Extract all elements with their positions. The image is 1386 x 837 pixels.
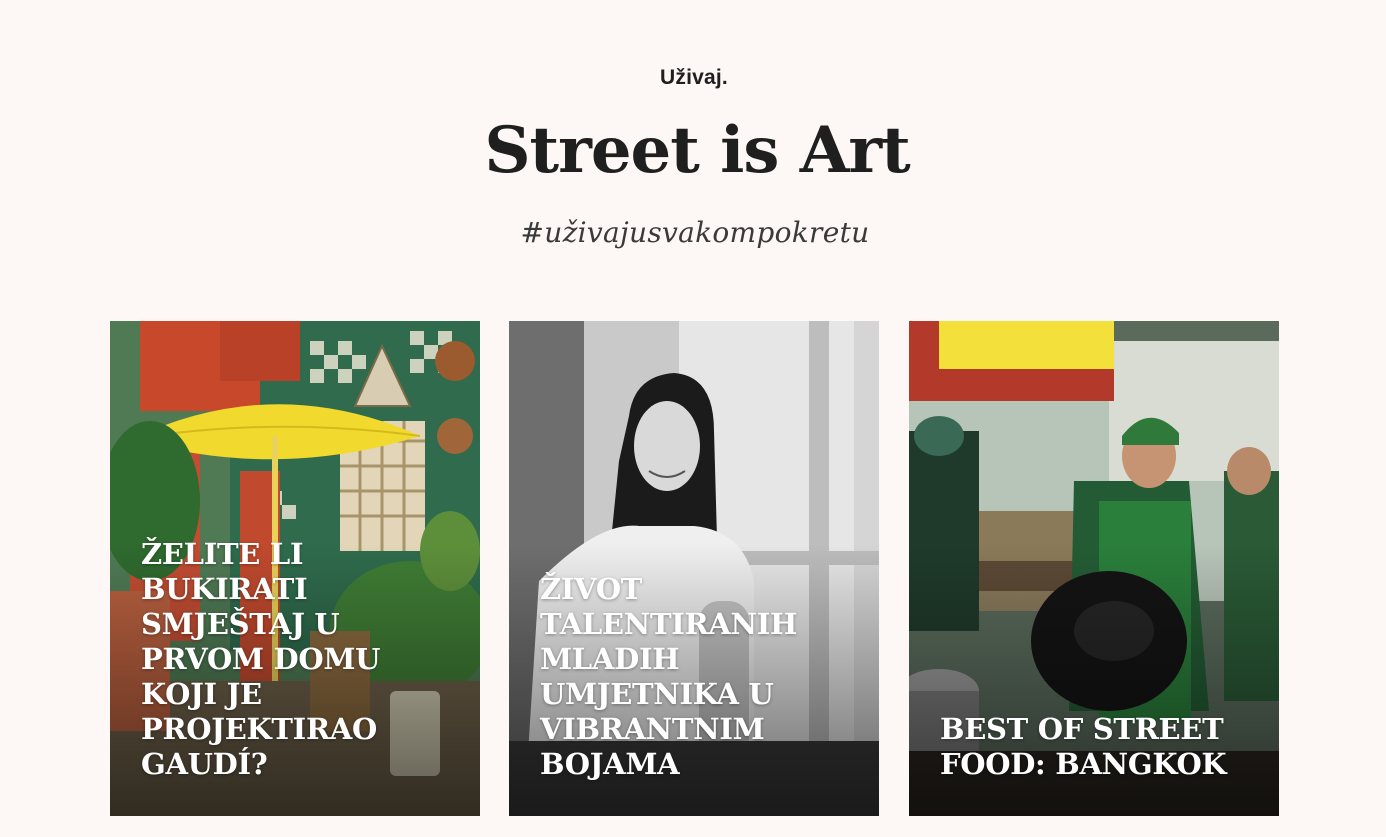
section-title: Street is Art [484,113,910,188]
card-caption: Želite li bukirati smještaj u prvom domu… [141,537,381,781]
article-card-artists[interactable]: Život talentiranih mladih umjetnika u vi… [509,321,879,816]
section-hashtag: #uživajusvakompokretu [520,216,870,249]
card-caption: Best of street food: Bangkok [940,712,1227,781]
section-eyebrow: Uživaj. [660,66,728,89]
article-card-bangkok[interactable]: Best of street food: Bangkok [909,321,1279,816]
article-card-gaudi[interactable]: Želite li bukirati smještaj u prvom domu… [110,321,480,816]
card-caption: Život talentiranih mladih umjetnika u vi… [540,572,798,781]
